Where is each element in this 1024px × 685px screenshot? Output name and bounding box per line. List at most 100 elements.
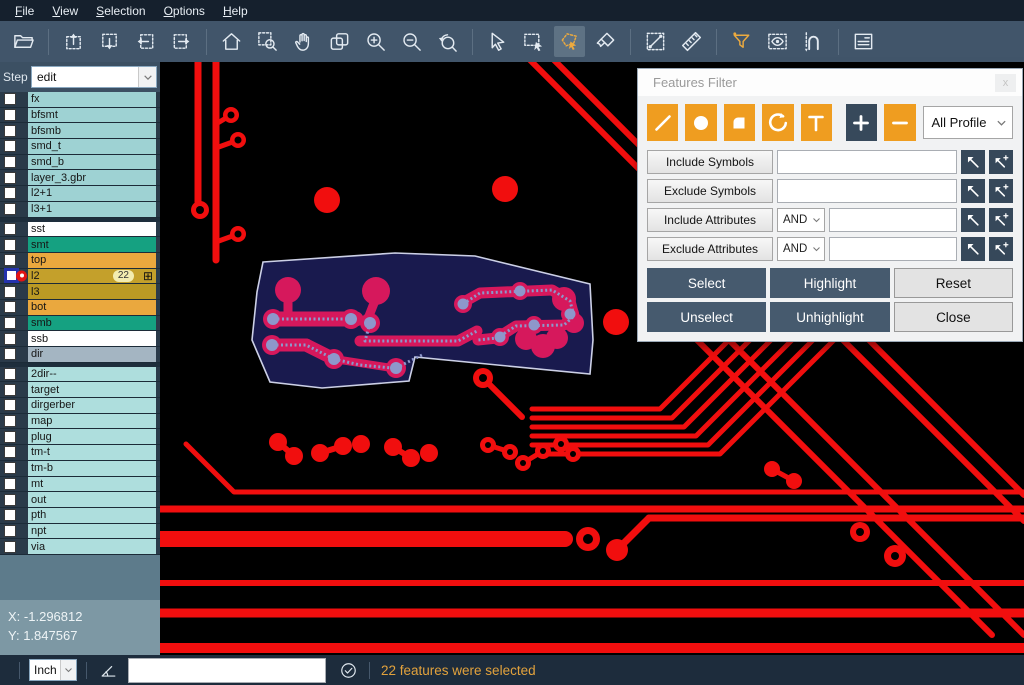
snap-mode-icon[interactable] (798, 26, 829, 57)
grid-table-icon[interactable]: ⊞ (143, 269, 153, 284)
pick-add-attribute-icon[interactable] (989, 208, 1013, 232)
layer-checkbox[interactable] (4, 125, 16, 137)
zoom-out-icon[interactable] (396, 26, 427, 57)
command-input[interactable] (128, 658, 326, 683)
layer-row[interactable]: plug (0, 429, 160, 445)
layer-checkbox[interactable] (4, 509, 16, 521)
layer-row[interactable]: l3 (0, 284, 160, 300)
layer-row[interactable]: target (0, 382, 160, 398)
exclude-symbols-input[interactable] (777, 179, 957, 203)
include-attributes-operator-select[interactable]: AND (777, 208, 825, 232)
measure-ruler-icon[interactable] (676, 26, 707, 57)
pick-add-attribute-icon[interactable] (989, 237, 1013, 261)
layer-color-chip[interactable]: smd_b (28, 155, 156, 170)
layer-row[interactable]: tm-t (0, 445, 160, 461)
text-feature-button[interactable] (801, 104, 832, 141)
layers-panel-icon[interactable] (848, 26, 879, 57)
layer-checkbox[interactable] (4, 415, 16, 427)
layer-color-chip[interactable]: smd_t (28, 139, 156, 154)
close-button[interactable]: Close (894, 302, 1013, 332)
layer-color-chip[interactable]: ssb (28, 331, 156, 346)
pick-symbol-icon[interactable] (961, 179, 985, 203)
layer-color-chip[interactable]: l2+1 (28, 186, 156, 201)
unselect-button[interactable]: Unselect (647, 302, 766, 332)
layer-checkbox[interactable] (4, 254, 16, 266)
layer-checkbox[interactable] (4, 140, 16, 152)
layer-color-chip[interactable]: via (28, 539, 156, 554)
layer-color-chip[interactable]: top (28, 253, 156, 268)
include-attributes-button[interactable]: Include Attributes (647, 208, 773, 232)
layer-checkbox[interactable] (4, 93, 16, 105)
pick-add-symbol-icon[interactable] (989, 179, 1013, 203)
round-feature-button[interactable] (685, 104, 716, 141)
home-view-icon[interactable] (216, 26, 247, 57)
layer-row[interactable]: smd_b (0, 155, 160, 171)
layer-row[interactable]: map (0, 414, 160, 430)
open-file-icon[interactable] (8, 26, 39, 57)
scroll-up-icon[interactable] (58, 26, 89, 57)
select-rectangle-icon[interactable] (518, 26, 549, 57)
layer-row[interactable]: pth (0, 508, 160, 524)
layer-checkbox[interactable] (4, 462, 16, 474)
layer-color-chip[interactable]: bot (28, 300, 156, 315)
layer-checkbox[interactable] (4, 333, 16, 345)
scroll-down-icon[interactable] (94, 26, 125, 57)
select-button[interactable]: Select (647, 268, 766, 298)
zoom-area-icon[interactable] (252, 26, 283, 57)
layer-color-chip[interactable]: map (28, 414, 156, 429)
exclude-symbols-button[interactable]: Exclude Symbols (647, 179, 773, 203)
layer-color-chip[interactable]: layer_3.gbr (28, 170, 156, 185)
menu-selection[interactable]: Selection (87, 2, 154, 20)
view-options-icon[interactable] (762, 26, 793, 57)
layer-row[interactable]: fx (0, 92, 160, 108)
pan-hand-icon[interactable] (288, 26, 319, 57)
layer-checkbox[interactable] (4, 239, 16, 251)
select-polygon-icon[interactable] (554, 26, 585, 57)
pick-symbol-icon[interactable] (961, 150, 985, 174)
layer-row[interactable]: l3+1 (0, 202, 160, 218)
layer-row[interactable]: mt (0, 477, 160, 493)
layer-color-chip[interactable]: out (28, 492, 156, 507)
layer-checkbox[interactable] (4, 399, 16, 411)
layer-checkbox[interactable] (4, 525, 16, 537)
pick-attribute-icon[interactable] (961, 208, 985, 232)
layer-row[interactable]: smt (0, 237, 160, 253)
layer-checkbox[interactable] (4, 348, 16, 360)
profile-select[interactable]: All Profile (923, 106, 1014, 139)
close-icon[interactable]: x (995, 74, 1016, 92)
menu-view[interactable]: View (43, 2, 87, 20)
exclude-attributes-input[interactable] (829, 237, 957, 261)
dialog-title-bar[interactable]: Features Filter x (638, 69, 1022, 96)
layer-row[interactable]: out (0, 492, 160, 508)
add-filter-button[interactable] (846, 104, 877, 141)
layer-checkbox[interactable] (4, 172, 16, 184)
chevron-down-icon[interactable] (138, 67, 156, 87)
exclude-attributes-operator-select[interactable]: AND (777, 237, 825, 261)
layer-color-chip[interactable]: dir (28, 347, 156, 362)
layer-row[interactable]: dirgerber (0, 398, 160, 414)
layer-checkbox[interactable] (4, 384, 16, 396)
layer-color-chip[interactable]: target (28, 382, 156, 397)
layer-row[interactable]: bot (0, 300, 160, 316)
layer-color-chip[interactable]: npt (28, 524, 156, 539)
pick-add-symbol-icon[interactable] (989, 150, 1013, 174)
layer-row[interactable]: layer_3.gbr (0, 170, 160, 186)
layer-checkbox[interactable] (4, 317, 16, 329)
layer-checkbox[interactable] (4, 187, 16, 199)
pick-attribute-icon[interactable] (961, 237, 985, 261)
surface-feature-button[interactable] (724, 104, 755, 141)
layer-color-chip[interactable]: smb (28, 316, 156, 331)
unhighlight-button[interactable]: Unhighlight (770, 302, 889, 332)
layer-row[interactable]: dir (0, 347, 160, 363)
layer-color-chip[interactable]: tm-b (28, 461, 156, 476)
layer-color-chip[interactable]: pth (28, 508, 156, 523)
menu-help[interactable]: Help (214, 2, 257, 20)
unit-select[interactable]: Inch (29, 659, 77, 681)
layer-checkbox[interactable] (4, 156, 16, 168)
layer-color-chip[interactable]: 2dir-- (28, 367, 156, 382)
chevron-down-icon[interactable] (60, 660, 76, 680)
layer-checkbox[interactable] (4, 431, 16, 443)
layer-checkbox[interactable] (4, 223, 16, 235)
layer-color-chip[interactable]: l3 (28, 284, 156, 299)
layer-color-chip[interactable]: fx (28, 92, 156, 107)
